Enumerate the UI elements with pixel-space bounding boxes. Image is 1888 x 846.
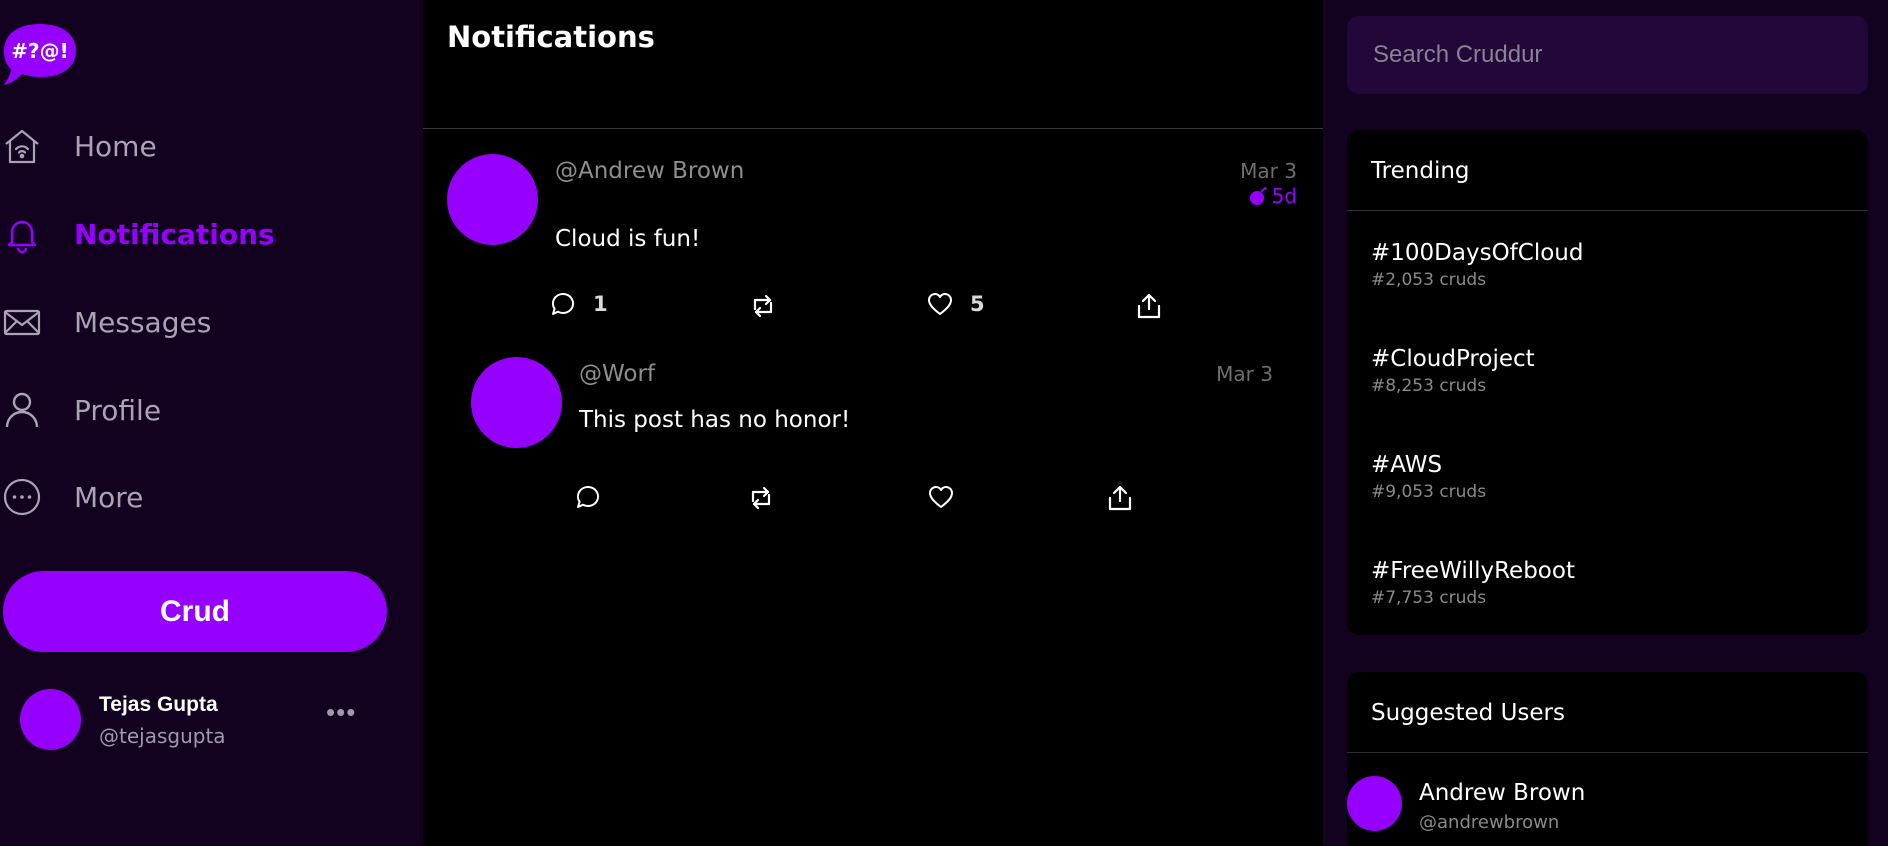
nav-item-notifications[interactable]: Notifications	[0, 206, 275, 262]
crud-button[interactable]: Crud	[3, 571, 387, 652]
home-icon	[0, 124, 44, 168]
post-item[interactable]: @Worf Mar 3 This post has no honor!	[423, 357, 1323, 527]
nav-item-home[interactable]: Home	[0, 118, 157, 174]
trending-item[interactable]: #100DaysOfCloud #2,053 cruds	[1371, 240, 1583, 290]
reply-icon	[551, 292, 575, 315]
trending-count: #8,253 cruds	[1371, 376, 1487, 396]
post-date: Mar 3	[1240, 159, 1297, 183]
post-item[interactable]: @Andrew Brown Mar 3 5d Cloud is fun! 1 5	[423, 154, 1323, 334]
page-title: Notifications	[447, 20, 655, 54]
share-button[interactable]	[1135, 292, 1163, 320]
search-input[interactable]	[1347, 16, 1868, 94]
reply-count: 1	[593, 292, 608, 316]
current-user-card[interactable]: Tejas Gupta @tejasgupta •••	[20, 689, 400, 750]
nav-label-messages: Messages	[74, 305, 212, 339]
profile-more-icon[interactable]: •••	[326, 697, 356, 728]
repost-button[interactable]	[747, 484, 775, 512]
trending-item[interactable]: #CloudProject #8,253 cruds	[1371, 346, 1535, 396]
trending-count: #9,053 cruds	[1371, 482, 1487, 502]
nav-item-more[interactable]: More	[0, 469, 143, 525]
bell-icon	[0, 212, 44, 256]
trending-item[interactable]: #FreeWillyReboot #7,753 cruds	[1371, 558, 1575, 608]
post-text: Cloud is fun!	[555, 226, 701, 252]
suggested-user-handle: @andrewbrown	[1419, 812, 1560, 833]
right-sidebar: Trending #100DaysOfCloud #2,053 cruds #C…	[1323, 0, 1888, 846]
repost-icon	[753, 294, 773, 318]
reply-button[interactable]	[574, 483, 602, 511]
cruddur-logo[interactable]: #?@!	[2, 20, 78, 86]
like-button[interactable]: 5	[926, 290, 985, 318]
like-button[interactable]	[927, 483, 955, 511]
avatar[interactable]	[447, 154, 538, 245]
trending-panel: Trending #100DaysOfCloud #2,053 cruds #C…	[1347, 130, 1868, 635]
trending-tag[interactable]: #CloudProject	[1371, 346, 1535, 372]
post-handle[interactable]: @Worf	[579, 361, 655, 387]
trending-tag[interactable]: #100DaysOfCloud	[1371, 240, 1583, 266]
reply-icon	[576, 485, 600, 508]
more-circle-icon	[0, 475, 44, 519]
bomb-icon	[1249, 187, 1267, 205]
avatar[interactable]	[471, 357, 562, 448]
trending-count: #7,753 cruds	[1371, 588, 1487, 608]
avatar	[20, 689, 81, 750]
trending-item[interactable]: #AWS #9,053 cruds	[1371, 452, 1486, 502]
trending-tag[interactable]: #AWS	[1371, 452, 1486, 478]
trending-count: #2,053 cruds	[1371, 270, 1487, 290]
page-header: Notifications	[423, 0, 1323, 129]
heart-icon	[929, 486, 953, 508]
suggested-user[interactable]: Andrew Brown @andrewbrown	[1347, 776, 1827, 833]
nav-label-more: More	[74, 480, 144, 514]
current-user-handle: @tejasgupta	[99, 724, 226, 748]
repost-icon	[751, 486, 771, 510]
suggested-user-name: Andrew Brown	[1419, 780, 1586, 806]
divider	[1347, 210, 1868, 211]
nav-label-notifications: Notifications	[74, 217, 275, 251]
nav-item-profile[interactable]: Profile	[0, 382, 161, 438]
share-icon	[1137, 293, 1161, 319]
suggested-users-title: Suggested Users	[1371, 700, 1565, 726]
trending-tag[interactable]: #FreeWillyReboot	[1371, 558, 1575, 584]
like-count: 5	[970, 292, 985, 316]
reply-button[interactable]: 1	[549, 290, 608, 318]
post-text: This post has no honor!	[579, 407, 851, 433]
post-expiry-text: 5d	[1271, 184, 1297, 208]
person-icon	[0, 388, 44, 432]
current-user-name: Tejas Gupta	[99, 693, 218, 716]
logo-text: #?@!	[11, 39, 68, 63]
envelope-icon	[0, 300, 44, 344]
share-icon	[1108, 485, 1132, 511]
nav-label-home: Home	[74, 129, 157, 163]
post-expiry: 5d	[1248, 184, 1297, 208]
nav-label-profile: Profile	[74, 393, 162, 427]
sidebar: #?@! Home Notifications Messages Profile…	[0, 0, 423, 846]
main-feed: Notifications @Andrew Brown Mar 3 5d Clo…	[423, 0, 1323, 846]
repost-button[interactable]	[749, 292, 777, 320]
share-button[interactable]	[1106, 484, 1134, 512]
post-handle[interactable]: @Andrew Brown	[555, 158, 744, 184]
heart-icon	[928, 293, 952, 315]
avatar	[1347, 776, 1402, 831]
divider	[1347, 752, 1868, 753]
nav-item-messages[interactable]: Messages	[0, 294, 211, 350]
post-date: Mar 3	[1216, 362, 1273, 386]
trending-title: Trending	[1371, 158, 1470, 184]
